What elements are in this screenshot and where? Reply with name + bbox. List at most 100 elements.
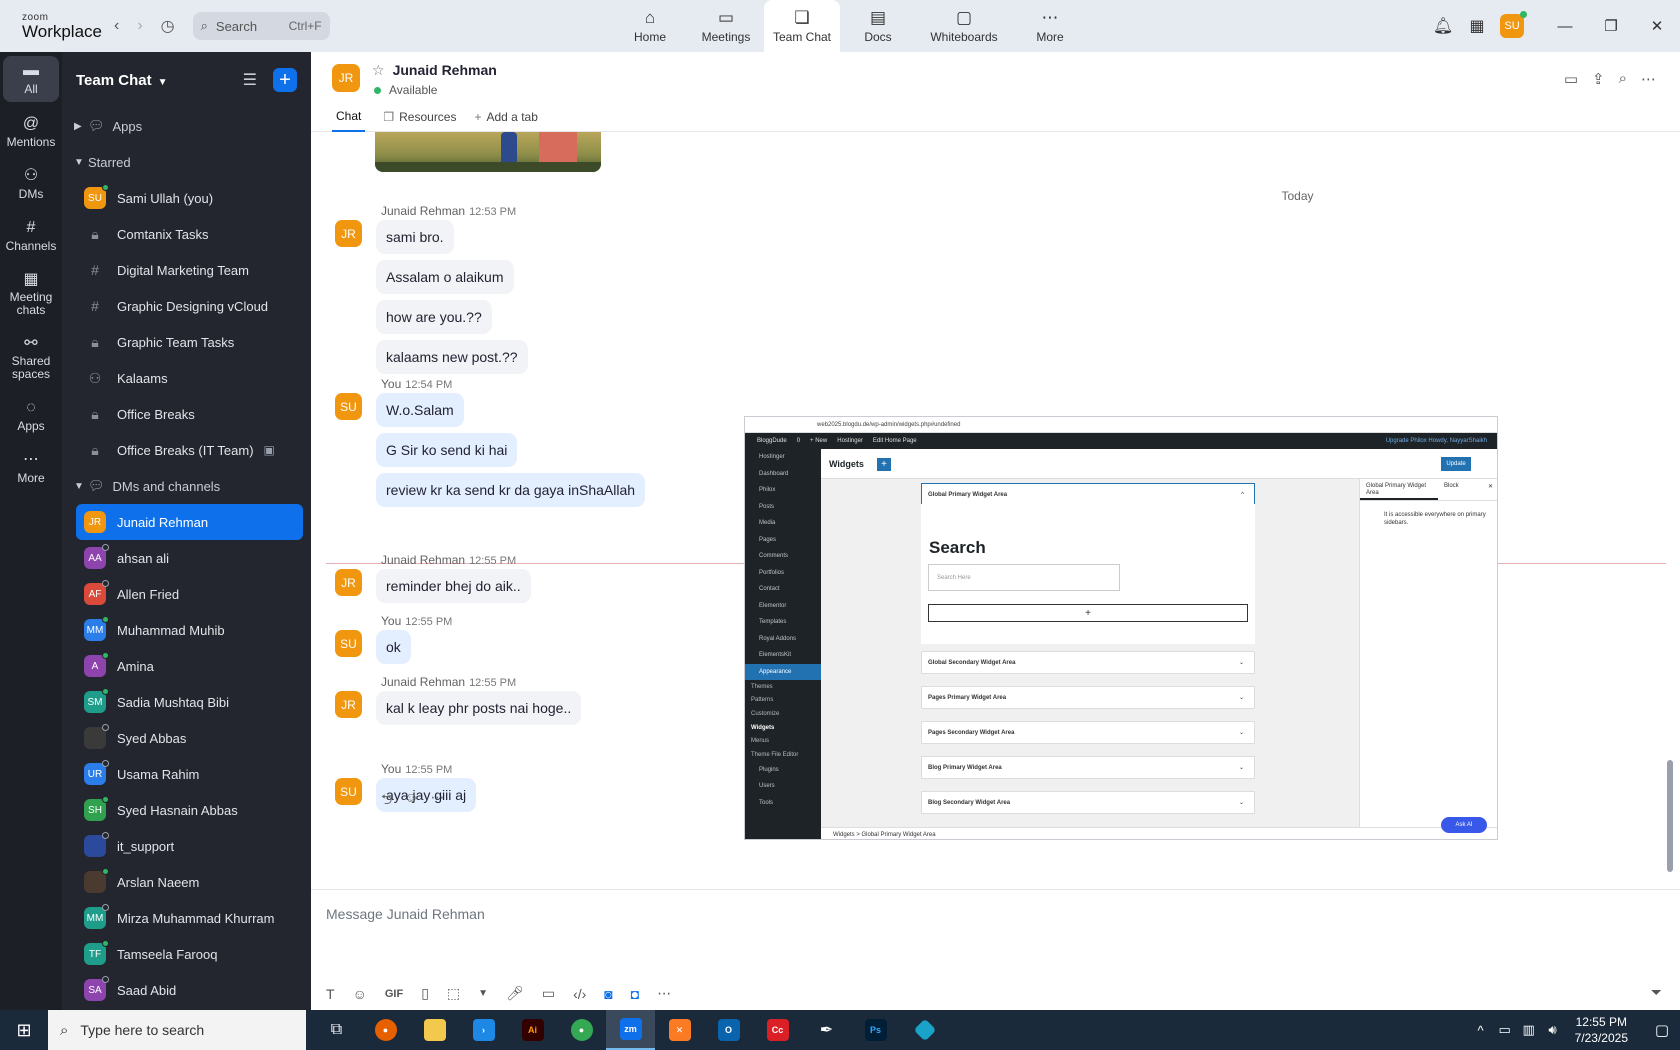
avatar[interactable]: JR: [335, 569, 362, 596]
message-bubble[interactable]: W.o.Salam: [376, 393, 464, 427]
emoji-reaction-icon[interactable]: ☺: [404, 789, 418, 813]
pen-tool-icon[interactable]: ✒: [802, 1010, 851, 1050]
microphone-icon[interactable]: 🎤︎: [506, 985, 524, 1002]
filter-icon[interactable]: ☰: [243, 70, 257, 90]
pasted-screenshot[interactable]: web2025.blogdu.de/wp-admin/widgets.php#u…: [744, 416, 1498, 840]
more-dots-icon[interactable]: ⋯: [431, 789, 445, 813]
chrome-icon[interactable]: ●: [557, 1010, 606, 1050]
contact-name[interactable]: ☆ Junaid Rehman: [372, 62, 497, 79]
sidebar-item-channel[interactable]: # Digital Marketing Team: [76, 252, 303, 288]
rail-meeting-chats[interactable]: ▦ Meeting chats: [0, 262, 62, 326]
global-search[interactable]: ⌕ Search Ctrl+F: [192, 12, 330, 40]
message-bubble[interactable]: kalaams new post.??: [376, 340, 528, 374]
tab-docs[interactable]: ▤ Docs: [840, 0, 916, 52]
sidebar-item-channel[interactable]: ⚇ Kalaams: [76, 360, 303, 396]
message-bubble[interactable]: ok: [376, 630, 411, 664]
network-icon[interactable]: ▥: [1517, 1022, 1541, 1038]
sidebar-item-dm[interactable]: it_support: [76, 828, 303, 864]
tab-resources[interactable]: ❐ Resources: [383, 102, 456, 132]
gif-icon[interactable]: GIF: [385, 988, 403, 1000]
firefox-icon[interactable]: ●: [361, 1010, 410, 1050]
new-chat-button[interactable]: +: [273, 68, 297, 92]
section-dms-and-channels[interactable]: ▼ 💬︎ DMs and channels: [62, 468, 311, 504]
sidebar-item-dm[interactable]: AA ahsan ali: [76, 540, 303, 576]
rail-apps[interactable]: ◌ Apps: [0, 390, 62, 442]
message-bubble[interactable]: kal k leay phr posts nai hoge..: [376, 691, 582, 725]
rail-all[interactable]: ▬ All: [3, 56, 59, 102]
outlook-icon[interactable]: O: [704, 1010, 753, 1050]
display-icon[interactable]: ▭: [1493, 1022, 1517, 1038]
sidebar-item-channel[interactable]: 🔒︎ Office Breaks (IT Team) ▣: [76, 432, 303, 468]
avatar[interactable]: SU: [335, 778, 362, 805]
sidebar-item-channel[interactable]: 🔒︎ Comtanix Tasks: [76, 216, 303, 252]
sidebar-item-dm[interactable]: AF Allen Fried: [76, 576, 303, 612]
section-apps[interactable]: ▶ 💬︎ Apps: [62, 108, 311, 144]
rail-mentions[interactable]: @ Mentions: [0, 106, 62, 158]
sidebar-title[interactable]: Team Chat ▼: [76, 72, 167, 89]
calendar-icon[interactable]: ▦: [1460, 16, 1494, 36]
rail-more[interactable]: ⋯ More: [0, 442, 62, 494]
avatar[interactable]: SU: [335, 393, 362, 420]
volume-icon[interactable]: 🔊︎: [1541, 1022, 1565, 1038]
sidebar-item-channel[interactable]: # Graphic Designing vCloud: [76, 288, 303, 324]
avatar[interactable]: SU: [335, 630, 362, 657]
windows-start-icon[interactable]: ⊞: [0, 1020, 48, 1041]
sidebar-item-channel[interactable]: 🔒︎ Graphic Team Tasks: [76, 324, 303, 360]
back-arrow-icon[interactable]: ‹: [114, 17, 119, 35]
creative-cloud-icon[interactable]: Cc: [753, 1010, 802, 1050]
avatar[interactable]: JR: [335, 220, 362, 247]
notification-icon[interactable]: ▢: [1644, 1021, 1680, 1039]
sidebar-item-dm[interactable]: TF Tamseela Farooq: [76, 936, 303, 972]
video-call-icon[interactable]: ▭: [1564, 70, 1578, 88]
whiteboard-icon[interactable]: ◘: [631, 986, 639, 1002]
tab-whiteboards[interactable]: ▢ Whiteboards: [916, 0, 1012, 52]
reply-icon[interactable]: ⮌: [381, 789, 392, 813]
tab-home[interactable]: ⌂ Home: [612, 0, 688, 52]
contact-avatar[interactable]: JR: [332, 64, 360, 92]
taskbar-clock[interactable]: 12:55 PM 7/23/2025: [1575, 1014, 1628, 1046]
rail-channels[interactable]: # Channels: [0, 210, 62, 262]
search-icon[interactable]: ⌕: [1619, 70, 1627, 88]
sidebar-item-dm[interactable]: SA Saad Abid: [76, 972, 303, 1008]
message-bubble[interactable]: Assalam o alaikum: [376, 260, 514, 294]
app-icon[interactable]: ◙: [604, 986, 612, 1002]
code-icon[interactable]: ‹/›: [573, 986, 586, 1002]
rail-dms[interactable]: ⚇ DMs: [0, 158, 62, 210]
sidebar-item-dm[interactable]: SM Sadia Mushtaq Bibi: [76, 684, 303, 720]
message-bubble[interactable]: sami bro.: [376, 220, 454, 254]
minimize-icon[interactable]: —: [1542, 18, 1588, 35]
photoshop-icon[interactable]: Ps: [851, 1010, 900, 1050]
bell-icon[interactable]: 🔔︎: [1426, 16, 1460, 36]
more-dots-icon[interactable]: ⋯: [1641, 70, 1656, 88]
message-input[interactable]: [326, 900, 1526, 928]
message-bubble[interactable]: G Sir ko send ki hai: [376, 433, 518, 467]
sidebar-item-dm[interactable]: UR Usama Rahim: [76, 756, 303, 792]
send-options-icon[interactable]: ⏷: [1651, 984, 1662, 1001]
file-explorer-icon[interactable]: [410, 1010, 459, 1050]
sidebar-item-dm[interactable]: Arslan Naeem: [76, 864, 303, 900]
tab-more[interactable]: ⋯ More: [1012, 0, 1088, 52]
forward-arrow-icon[interactable]: ›: [137, 17, 142, 35]
sidebar-item-dm[interactable]: MM Mirza Muhammad Khurram: [76, 900, 303, 936]
vscode-icon[interactable]: ›: [459, 1010, 508, 1050]
illustrator-icon[interactable]: Ai: [508, 1010, 557, 1050]
sidebar-item-channel[interactable]: 🔒︎ Office Breaks: [76, 396, 303, 432]
sidebar-item-dm[interactable]: SH Syed Hasnain Abbas: [76, 792, 303, 828]
video-message-icon[interactable]: ▭: [542, 985, 555, 1002]
rail-shared-spaces[interactable]: ⚯ Shared spaces: [0, 326, 62, 390]
maximize-icon[interactable]: ❐: [1588, 17, 1634, 35]
tab-meetings[interactable]: ▭ Meetings: [688, 0, 764, 52]
sidebar-item-dm[interactable]: JR Junaid Rehman: [76, 504, 303, 540]
tab-team-chat[interactable]: ❏ Team Chat: [764, 0, 840, 52]
sidebar-item-dm[interactable]: Syed Abbas: [76, 720, 303, 756]
user-avatar[interactable]: SU: [1500, 11, 1527, 38]
taskbar-search[interactable]: ⌕ Type here to search: [48, 1010, 306, 1050]
chevron-down-icon[interactable]: ▼: [478, 988, 488, 999]
app-diamond-icon[interactable]: [900, 1010, 949, 1050]
avatar[interactable]: JR: [335, 691, 362, 718]
image-attachment[interactable]: [375, 132, 601, 172]
emoji-icon[interactable]: ☺: [353, 986, 367, 1002]
history-icon[interactable]: ◷: [161, 16, 175, 36]
share-screen-icon[interactable]: ⇪: [1592, 70, 1605, 88]
section-starred[interactable]: ▼ Starred: [62, 144, 311, 180]
